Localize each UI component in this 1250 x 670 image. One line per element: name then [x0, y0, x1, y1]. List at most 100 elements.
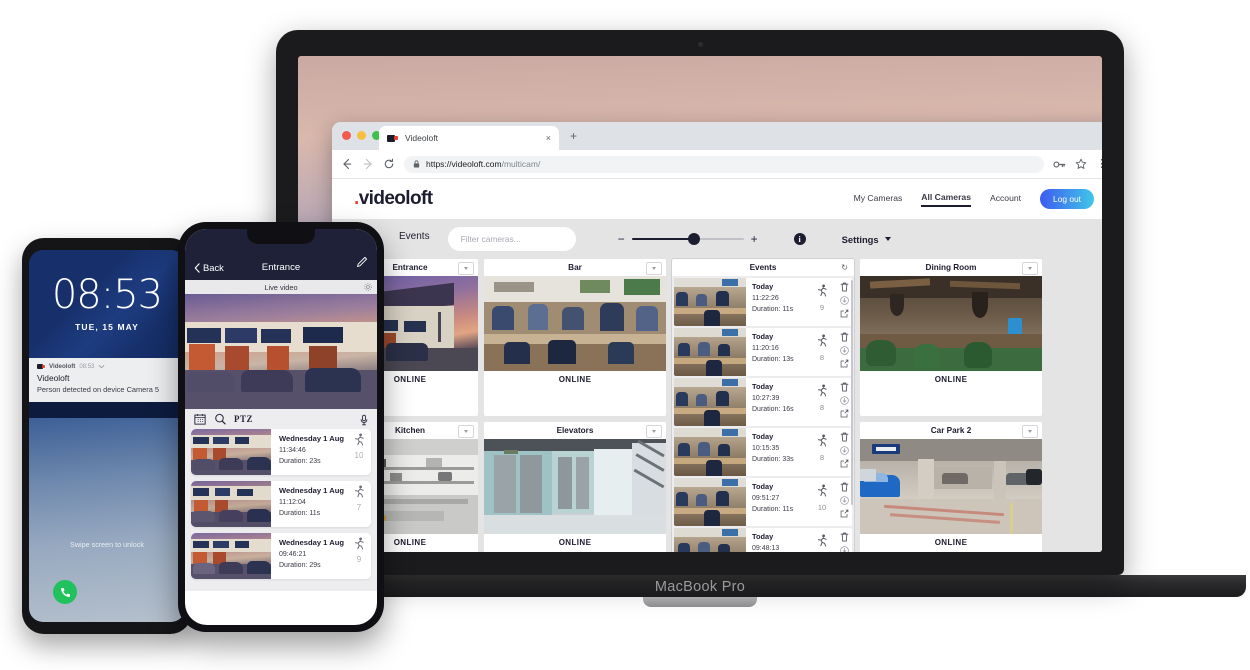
download-icon[interactable]: [840, 496, 849, 505]
event-row[interactable]: Today 09:48:13 Duration: 11s: [674, 528, 852, 552]
zoom-out-button[interactable]: −: [618, 235, 625, 243]
event-row[interactable]: Today 11:22:26 Duration: 11s: [674, 278, 852, 326]
tab-events[interactable]: Events: [399, 231, 430, 247]
event-actions[interactable]: [840, 432, 849, 468]
new-tab-button[interactable]: +: [570, 130, 577, 142]
event-actions[interactable]: [840, 332, 849, 368]
camera-menu-icon[interactable]: [1022, 262, 1038, 275]
event-actions[interactable]: [840, 482, 849, 518]
notification-time: 08:53: [79, 364, 94, 370]
camera-thumbnail-elevators[interactable]: [484, 439, 666, 534]
zoom-handle[interactable]: [688, 233, 700, 245]
chevron-down-icon: [885, 237, 891, 241]
camera-tile-dining-room[interactable]: Dining Room: [860, 259, 1042, 416]
android-lockscreen[interactable]: 08:53 TUE, 15 MAY Videoloft 08:53 Videol…: [29, 250, 185, 622]
event-row[interactable]: Today 10:15:35 Duration: 33s: [674, 428, 852, 476]
event-row[interactable]: Today 11:20:16 Duration: 13s: [674, 328, 852, 376]
camera-filter-input[interactable]: Filter cameras...: [448, 227, 576, 251]
event-actions[interactable]: [840, 282, 849, 318]
nav-all-cameras[interactable]: All Cameras: [921, 192, 971, 207]
camera-grid: Entrance: [332, 259, 1102, 552]
close-tab-icon[interactable]: ×: [546, 133, 551, 143]
mobile-event-row[interactable]: Wednesday 1 Aug 09:46:21 Duration: 29s 9: [191, 533, 371, 579]
zoom-track[interactable]: [632, 238, 744, 240]
close-window-button[interactable]: [342, 131, 351, 140]
event-thumbnail[interactable]: [674, 278, 746, 326]
camera-thumbnail-dining-room[interactable]: [860, 276, 1042, 371]
download-icon[interactable]: [840, 346, 849, 355]
person-running-icon: [354, 537, 365, 550]
event-actions[interactable]: [840, 532, 849, 552]
share-icon[interactable]: [840, 409, 849, 418]
chevron-down-icon[interactable]: [98, 364, 105, 369]
event-actions[interactable]: [840, 382, 849, 418]
camera-menu-icon[interactable]: [646, 262, 662, 275]
trash-icon[interactable]: [840, 282, 849, 292]
event-thumbnail[interactable]: [674, 528, 746, 552]
share-icon[interactable]: [840, 459, 849, 468]
mobile-event-row[interactable]: Wednesday 1 Aug 11:34:46 Duration: 23s 1…: [191, 429, 371, 475]
nav-my-cameras[interactable]: My Cameras: [854, 193, 903, 206]
download-icon[interactable]: [840, 296, 849, 305]
phone-icon[interactable]: [53, 580, 77, 604]
download-icon[interactable]: [840, 546, 849, 552]
mobile-event-thumbnail[interactable]: [191, 481, 271, 527]
camera-thumbnail-car-park-2[interactable]: [860, 439, 1042, 534]
camera-menu-icon[interactable]: [1022, 425, 1038, 438]
event-thumbnail[interactable]: [674, 378, 746, 426]
calendar-icon[interactable]: [194, 413, 206, 425]
browser-menu-icon[interactable]: ⋮: [1096, 160, 1102, 168]
info-icon[interactable]: i: [794, 233, 806, 245]
ptz-label[interactable]: PTZ: [234, 414, 253, 424]
logout-button[interactable]: Log out: [1040, 189, 1094, 209]
download-icon[interactable]: [840, 396, 849, 405]
search-icon[interactable]: [214, 413, 226, 425]
gear-icon[interactable]: [364, 283, 372, 293]
refresh-icon[interactable]: ↻: [841, 263, 848, 272]
trash-icon[interactable]: [840, 382, 849, 392]
key-icon[interactable]: [1053, 159, 1066, 170]
live-video-player[interactable]: [185, 294, 377, 409]
forward-icon[interactable]: [362, 158, 374, 170]
share-icon[interactable]: [840, 359, 849, 368]
camera-thumbnail-bar[interactable]: [484, 276, 666, 371]
event-thumbnail[interactable]: [674, 428, 746, 476]
event-duration: Duration: 11s: [752, 506, 850, 513]
download-icon[interactable]: [840, 446, 849, 455]
zoom-in-button[interactable]: +: [751, 235, 758, 243]
mobile-event-row[interactable]: Wednesday 1 Aug 11:12:04 Duration: 11s 7: [191, 481, 371, 527]
event-row[interactable]: Today 10:27:39 Duration: 16s: [674, 378, 852, 426]
mobile-event-thumbnail[interactable]: [191, 533, 271, 579]
minimize-window-button[interactable]: [357, 131, 366, 140]
camera-tile-car-park-2[interactable]: Car Park 2: [860, 422, 1042, 553]
settings-label: Settings: [842, 234, 879, 245]
notification-card[interactable]: Videoloft 08:53 Videoloft Person detecte…: [29, 358, 185, 402]
camera-menu-icon[interactable]: [458, 262, 474, 275]
mobile-event-count: 10: [352, 451, 366, 460]
pencil-icon[interactable]: [356, 255, 368, 273]
camera-tile-elevators[interactable]: Elevators: [484, 422, 666, 553]
zoom-slider[interactable]: − +: [618, 235, 758, 243]
share-icon[interactable]: [840, 509, 849, 518]
trash-icon[interactable]: [840, 332, 849, 342]
settings-menu[interactable]: Settings: [842, 234, 891, 245]
event-thumbnail[interactable]: [674, 478, 746, 526]
share-icon[interactable]: [840, 309, 849, 318]
nav-account[interactable]: Account: [990, 193, 1021, 206]
camera-menu-icon[interactable]: [646, 425, 662, 438]
event-thumbnail[interactable]: [674, 328, 746, 376]
event-row[interactable]: Today 09:51:27 Duration: 11s: [674, 478, 852, 526]
trash-icon[interactable]: [840, 432, 849, 442]
star-icon[interactable]: [1075, 158, 1087, 170]
reload-icon[interactable]: [383, 158, 395, 170]
trash-icon[interactable]: [840, 532, 849, 542]
browser-tab[interactable]: Videoloft ×: [379, 126, 559, 150]
mobile-event-thumbnail[interactable]: [191, 429, 271, 475]
camera-menu-icon[interactable]: [458, 425, 474, 438]
camera-tile-bar[interactable]: Bar: [484, 259, 666, 416]
window-controls[interactable]: [342, 131, 381, 140]
address-bar[interactable]: https://videoloft.com/multicam/: [404, 156, 1044, 173]
back-icon[interactable]: [341, 158, 353, 170]
mobile-page-title: Entrance: [185, 262, 377, 273]
trash-icon[interactable]: [840, 482, 849, 492]
